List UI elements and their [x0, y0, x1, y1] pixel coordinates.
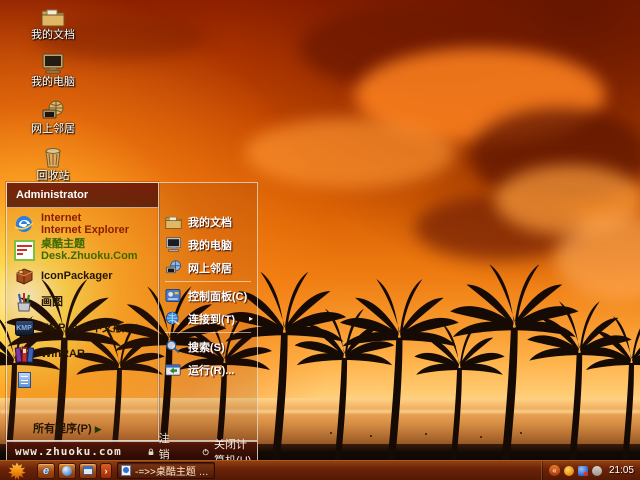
desktop-icon-label: 回收站	[20, 170, 86, 182]
start-item-kmplayer[interactable]: KMP KMPlayer中文版	[9, 315, 156, 341]
taskbar: e › -=>>桌酷主题 - Mic... « 21:05	[0, 460, 640, 480]
network-places-icon	[163, 259, 183, 277]
menu-label: 控制面板(C)	[188, 288, 247, 304]
desktop-icon-column: 我的文档 我的电脑 网上邻居 回收站	[20, 3, 86, 191]
taskbar-clock[interactable]: 21:05	[609, 465, 634, 476]
program-label: 桌酷主题Desk.Zhuoku.Com	[41, 238, 153, 262]
start-item-paint[interactable]: 画图	[9, 289, 156, 315]
desktop-icon-label: 我的电脑	[20, 76, 86, 88]
window-icon	[83, 466, 93, 475]
desktop-icon-network-places[interactable]: 网上邻居	[20, 97, 86, 135]
taskbar-window-button[interactable]: -=>>桌酷主题 - Mic...	[117, 462, 215, 479]
menu-separator	[165, 281, 251, 282]
program-label: KMPlayer中文版	[41, 322, 124, 334]
volume-tray-icon[interactable]	[592, 466, 602, 476]
cloud	[245, 118, 455, 188]
control-panel-icon	[163, 287, 183, 305]
menu-label: 我的文档	[188, 214, 232, 230]
desktop-icon-label: 网上邻居	[20, 123, 86, 135]
network-places-icon	[20, 97, 86, 121]
submenu-arrow-icon: ▸	[249, 314, 253, 323]
start-menu: Administrator Internet Internet Explorer	[6, 182, 258, 462]
zhuoku-leaf-icon	[4, 462, 30, 480]
quick-launch-expand-button[interactable]: ›	[100, 463, 112, 479]
menu-label: 连接到(T)	[188, 311, 235, 327]
menu-label: 我的电脑	[188, 237, 232, 253]
ie-page-icon	[121, 465, 131, 476]
all-programs-label: 所有程序(P)	[33, 423, 92, 435]
all-programs-button[interactable]: 所有程序(P) ▶	[33, 420, 102, 436]
start-menu-user-name: Administrator	[7, 183, 158, 208]
internet-explorer-icon: e	[43, 466, 49, 476]
internet-explorer-icon	[12, 213, 36, 235]
program-sublabel: Internet Explorer	[41, 224, 129, 236]
program-label: WinRAR	[41, 348, 85, 360]
all-programs-arrow-icon: ▶	[95, 424, 102, 434]
my-documents-icon	[163, 213, 183, 231]
system-tray: « 21:05	[542, 461, 640, 480]
program-label: IconPackager	[41, 270, 113, 282]
start-item-internet-explorer[interactable]: Internet Internet Explorer	[9, 211, 156, 237]
globe-icon	[62, 466, 72, 476]
quick-launch-internet-explorer[interactable]: e	[37, 463, 55, 479]
start-item-blue-document[interactable]	[9, 367, 156, 393]
program-label: Internet	[41, 212, 81, 224]
start-item-network-places[interactable]: 网上邻居	[163, 256, 253, 279]
theme-tray-icon[interactable]	[564, 466, 574, 476]
desktop-icon-label: 我的文档	[20, 29, 86, 41]
pinned-programs-list: Internet Internet Explorer 桌酷主题Desk.Zhuo…	[7, 208, 158, 396]
my-documents-icon	[20, 3, 86, 27]
start-item-my-documents[interactable]: 我的文档	[163, 210, 253, 233]
menu-label: 搜索(S)	[188, 339, 225, 355]
my-computer-icon	[163, 236, 183, 254]
start-item-search[interactable]: 搜索(S)	[163, 335, 253, 358]
power-icon	[202, 446, 209, 458]
taskbar-window-title: -=>>桌酷主题 - Mic...	[135, 463, 211, 478]
desktop-icon-my-computer[interactable]: 我的电脑	[20, 50, 86, 88]
menu-separator	[165, 332, 251, 333]
chevron-right-icon: ›	[105, 466, 108, 476]
my-computer-icon	[20, 50, 86, 74]
start-menu-left-panel: Administrator Internet Internet Explorer	[6, 182, 159, 441]
kmplayer-icon: KMP	[12, 317, 36, 339]
desktop-screen: 我的文档 我的电脑 网上邻居 回收站 Administrator	[0, 0, 640, 480]
start-item-winrar[interactable]: WinRAR	[9, 341, 156, 367]
quick-launch-globe[interactable]	[58, 463, 76, 479]
start-item-run[interactable]: 运行(R)...	[163, 358, 253, 381]
connect-to-icon	[163, 310, 183, 328]
zhuoku-site-label: www.zhuoku.com	[15, 445, 122, 458]
start-item-control-panel[interactable]: 控制面板(C)	[163, 284, 253, 307]
search-icon	[163, 338, 183, 356]
start-item-iconpackager[interactable]: IconPackager	[9, 263, 156, 289]
desktop-icon-my-documents[interactable]: 我的文档	[20, 3, 86, 41]
start-button[interactable]	[0, 462, 34, 480]
winrar-icon	[12, 343, 36, 365]
quick-launch-window[interactable]	[79, 463, 97, 479]
zhuoku-theme-icon	[12, 239, 36, 261]
recycle-bin-icon	[20, 144, 86, 168]
lock-icon	[148, 446, 154, 458]
menu-label: 运行(R)...	[188, 362, 234, 378]
network-tray-icon[interactable]	[578, 466, 588, 476]
start-item-zhuoku-theme[interactable]: 桌酷主题Desk.Zhuoku.Com	[9, 237, 156, 263]
start-item-connect-to[interactable]: 连接到(T) ▸	[163, 307, 253, 330]
paint-icon	[12, 291, 36, 313]
iconpackager-icon	[12, 265, 36, 287]
desktop-icon-recycle-bin[interactable]: 回收站	[20, 144, 86, 182]
run-icon	[163, 361, 183, 379]
blue-document-icon	[12, 369, 36, 391]
start-menu-footer: www.zhuoku.com 注销(L) 关闭计算机(U)	[6, 441, 258, 462]
program-label: 画图	[41, 296, 63, 308]
start-menu-right-panel: 我的文档 我的电脑 网上邻居	[157, 182, 258, 441]
tray-collapse-chevron-icon[interactable]: «	[549, 465, 560, 476]
start-item-my-computer[interactable]: 我的电脑	[163, 233, 253, 256]
menu-label: 网上邻居	[188, 260, 232, 276]
